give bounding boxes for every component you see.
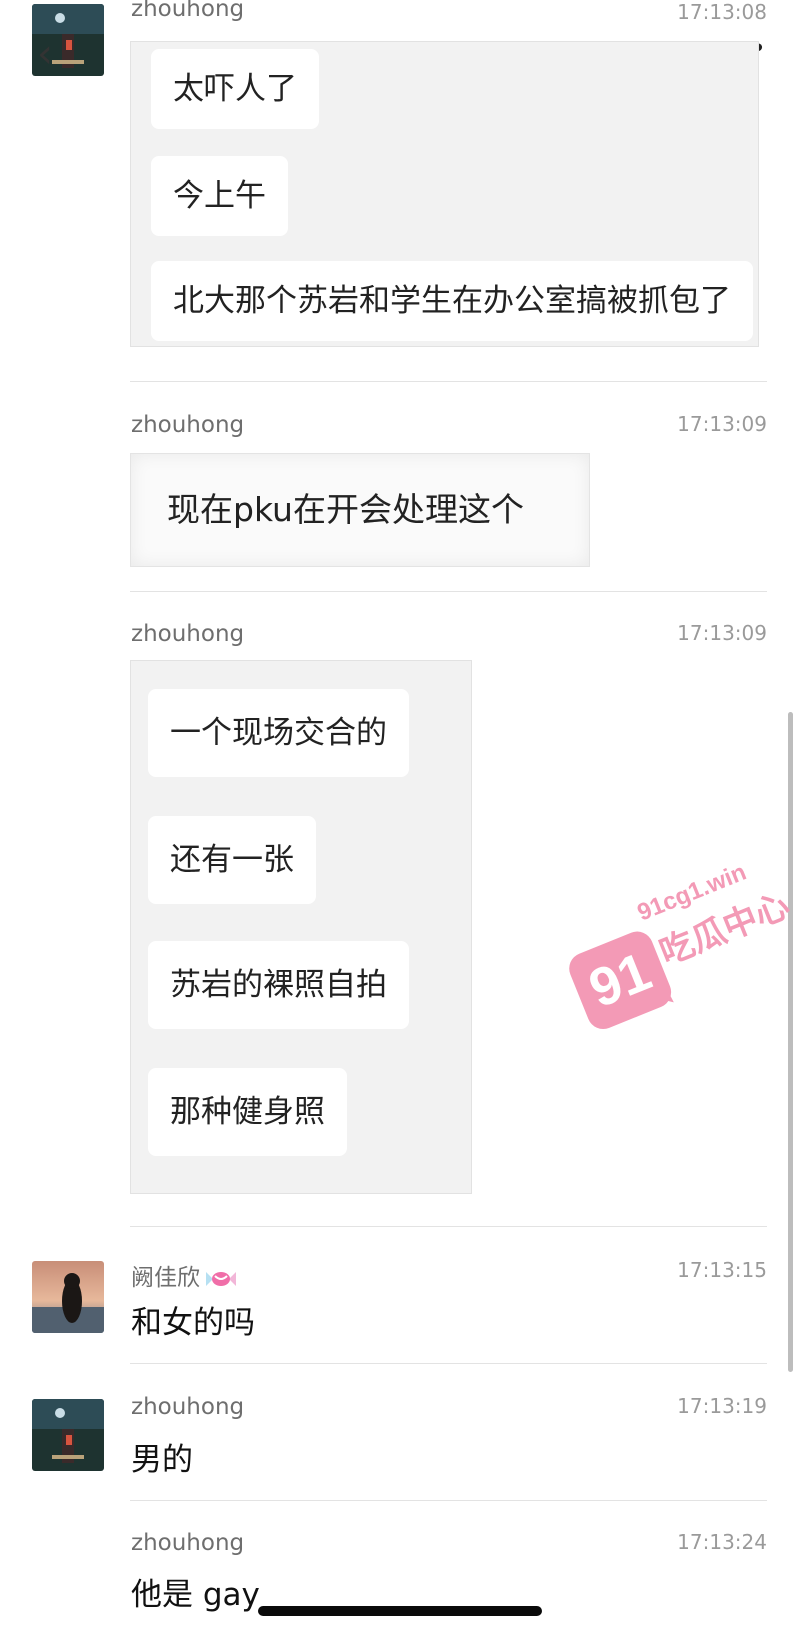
chat-bubble: 那种健身照 bbox=[148, 1068, 347, 1156]
chat-bubble: 北大那个苏岩和学生在办公室搞被抓包了 bbox=[151, 261, 753, 341]
forwarded-screenshot-card[interactable]: 现在pku在开会处理这个 bbox=[130, 453, 590, 567]
chat-bubble: 太吓人了 bbox=[151, 49, 319, 129]
sender-name[interactable]: zhouhong bbox=[131, 0, 244, 22]
message-divider bbox=[130, 1363, 767, 1364]
watermark: 91 91cg1.win 吃瓜中心 bbox=[536, 818, 800, 1066]
avatar-user[interactable] bbox=[32, 1261, 104, 1333]
watermark-name: 吃瓜中心 bbox=[654, 885, 796, 974]
watermark-url: 91cg1.win bbox=[633, 858, 751, 927]
chat-bubble: 苏岩的裸照自拍 bbox=[148, 941, 409, 1029]
message-divider bbox=[130, 1500, 767, 1501]
watermark-logo-icon bbox=[564, 926, 676, 1034]
sender-name[interactable]: zhouhong bbox=[131, 621, 244, 647]
sender-name[interactable]: zhouhong bbox=[131, 412, 244, 438]
sender-name[interactable]: zhouhong bbox=[131, 1530, 244, 1556]
avatar-zhouhong[interactable] bbox=[32, 1399, 104, 1471]
message-time: 17:13:09 bbox=[677, 621, 767, 645]
chat-bubble: 今上午 bbox=[151, 156, 288, 236]
message-divider bbox=[130, 1226, 767, 1227]
message-divider bbox=[130, 381, 767, 382]
message-text: 他是 gay bbox=[131, 1577, 260, 1613]
message-time: 17:13:19 bbox=[677, 1394, 767, 1418]
home-indicator[interactable] bbox=[258, 1606, 542, 1616]
message-text: 男的 bbox=[131, 1442, 193, 1478]
message-time: 17:13:09 bbox=[677, 412, 767, 436]
scrollbar[interactable] bbox=[788, 712, 793, 1372]
sender-name[interactable]: 阙佳欣 bbox=[131, 1258, 238, 1292]
message-time: 17:13:08 bbox=[677, 0, 767, 24]
forwarded-screenshot-card[interactable]: 太吓人了 今上午 北大那个苏岩和学生在办公室搞被抓包了 bbox=[130, 41, 759, 347]
chat-bubble: 一个现场交合的 bbox=[148, 689, 409, 777]
chat-screen: ‹ ••• zhouhong 17:13:08 太吓人了 今上午 北大那个苏岩和… bbox=[0, 0, 800, 1625]
watermark-logo-text: 91 bbox=[581, 941, 660, 1020]
back-chevron-icon[interactable]: ‹ bbox=[30, 32, 60, 76]
message-divider bbox=[130, 591, 767, 592]
watermark-logo-tail bbox=[650, 980, 680, 1011]
sender-name-text: 阙佳欣 bbox=[131, 1265, 200, 1291]
chat-bubble-text: 现在pku在开会处理这个 bbox=[167, 490, 524, 529]
forwarded-screenshot-card[interactable]: 一个现场交合的 还有一张 苏岩的裸照自拍 那种健身照 bbox=[130, 660, 472, 1194]
sender-name[interactable]: zhouhong bbox=[131, 1394, 244, 1420]
message-time: 17:13:15 bbox=[677, 1258, 767, 1282]
candy-icon bbox=[206, 1271, 236, 1286]
message-time: 17:13:24 bbox=[677, 1530, 767, 1554]
message-text: 和女的吗 bbox=[131, 1305, 255, 1341]
chat-bubble: 还有一张 bbox=[148, 816, 316, 904]
